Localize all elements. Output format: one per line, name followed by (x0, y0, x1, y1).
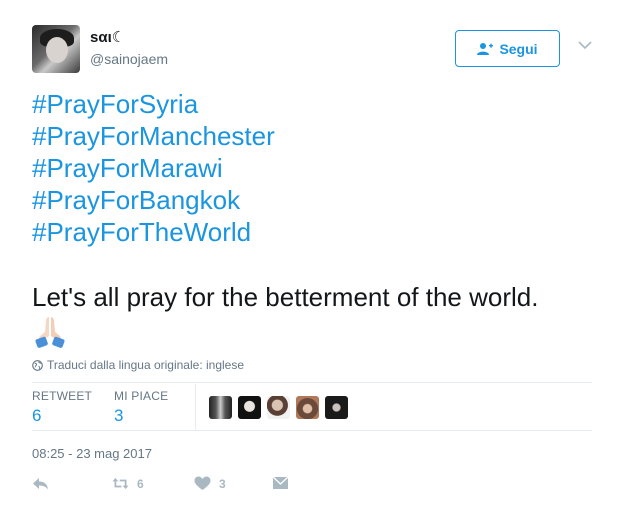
liker-avatar[interactable] (238, 396, 261, 419)
avatar-face (46, 37, 68, 63)
tweet-card: sαι☾ @sainojaem Segui #PrayForSyria #Pra… (0, 0, 627, 515)
hashtag-list: #PrayForSyria #PrayForManchester #PrayFo… (32, 88, 275, 248)
follow-button-label: Segui (499, 40, 538, 57)
likes-stat-label: MI PIACE (114, 389, 169, 403)
retweet-stat-label: RETWEET (32, 389, 93, 403)
heart-icon (194, 476, 211, 490)
liker-avatar[interactable] (209, 396, 232, 419)
hashtag-link[interactable]: #PrayForSyria (32, 88, 275, 120)
tweet-text: Let's all pray for the betterment of the… (32, 282, 539, 312)
liker-avatar[interactable] (296, 396, 319, 419)
divider (32, 382, 592, 383)
chevron-down-icon[interactable] (578, 40, 592, 50)
globe-icon (32, 359, 43, 371)
avatar[interactable] (32, 25, 80, 73)
hashtag-link[interactable]: #PrayForManchester (32, 120, 275, 152)
retweet-stat-count: 6 (32, 406, 42, 425)
hashtag-link[interactable]: #PrayForTheWorld (32, 216, 275, 248)
display-name[interactable]: sαι☾ (90, 28, 125, 46)
add-user-icon (477, 42, 494, 55)
retweet-button[interactable]: 6 (112, 476, 144, 491)
praying-hands-emoji-icon (35, 317, 65, 348)
like-button[interactable]: 3 (194, 476, 226, 491)
likes-stat[interactable]: MI PIACE 3 (114, 389, 168, 426)
divider (32, 430, 592, 431)
user-handle[interactable]: @sainojaem (90, 51, 168, 67)
hashtag-link[interactable]: #PrayForBangkok (32, 184, 275, 216)
envelope-icon (272, 476, 289, 489)
liker-avatar[interactable] (267, 396, 290, 419)
translate-link[interactable]: Traduci dalla lingua originale: inglese (32, 358, 244, 372)
translate-label: Traduci dalla lingua originale: inglese (47, 358, 245, 372)
reply-icon (33, 478, 48, 490)
likes-stat-count: 3 (114, 406, 124, 425)
reply-button[interactable] (32, 476, 49, 491)
liker-avatars (209, 396, 348, 419)
hashtag-link[interactable]: #PrayForMarawi (32, 152, 275, 184)
direct-message-button[interactable] (272, 476, 289, 491)
retweet-stat[interactable]: RETWEET 6 (32, 389, 92, 426)
like-count: 3 (219, 476, 226, 491)
retweet-icon (112, 477, 129, 490)
retweet-count: 6 (137, 476, 144, 491)
follow-button[interactable]: Segui (455, 30, 560, 67)
stats-separator (195, 384, 196, 430)
liker-avatar[interactable] (325, 396, 348, 419)
tweet-timestamp[interactable]: 08:25 - 23 mag 2017 (32, 446, 152, 461)
